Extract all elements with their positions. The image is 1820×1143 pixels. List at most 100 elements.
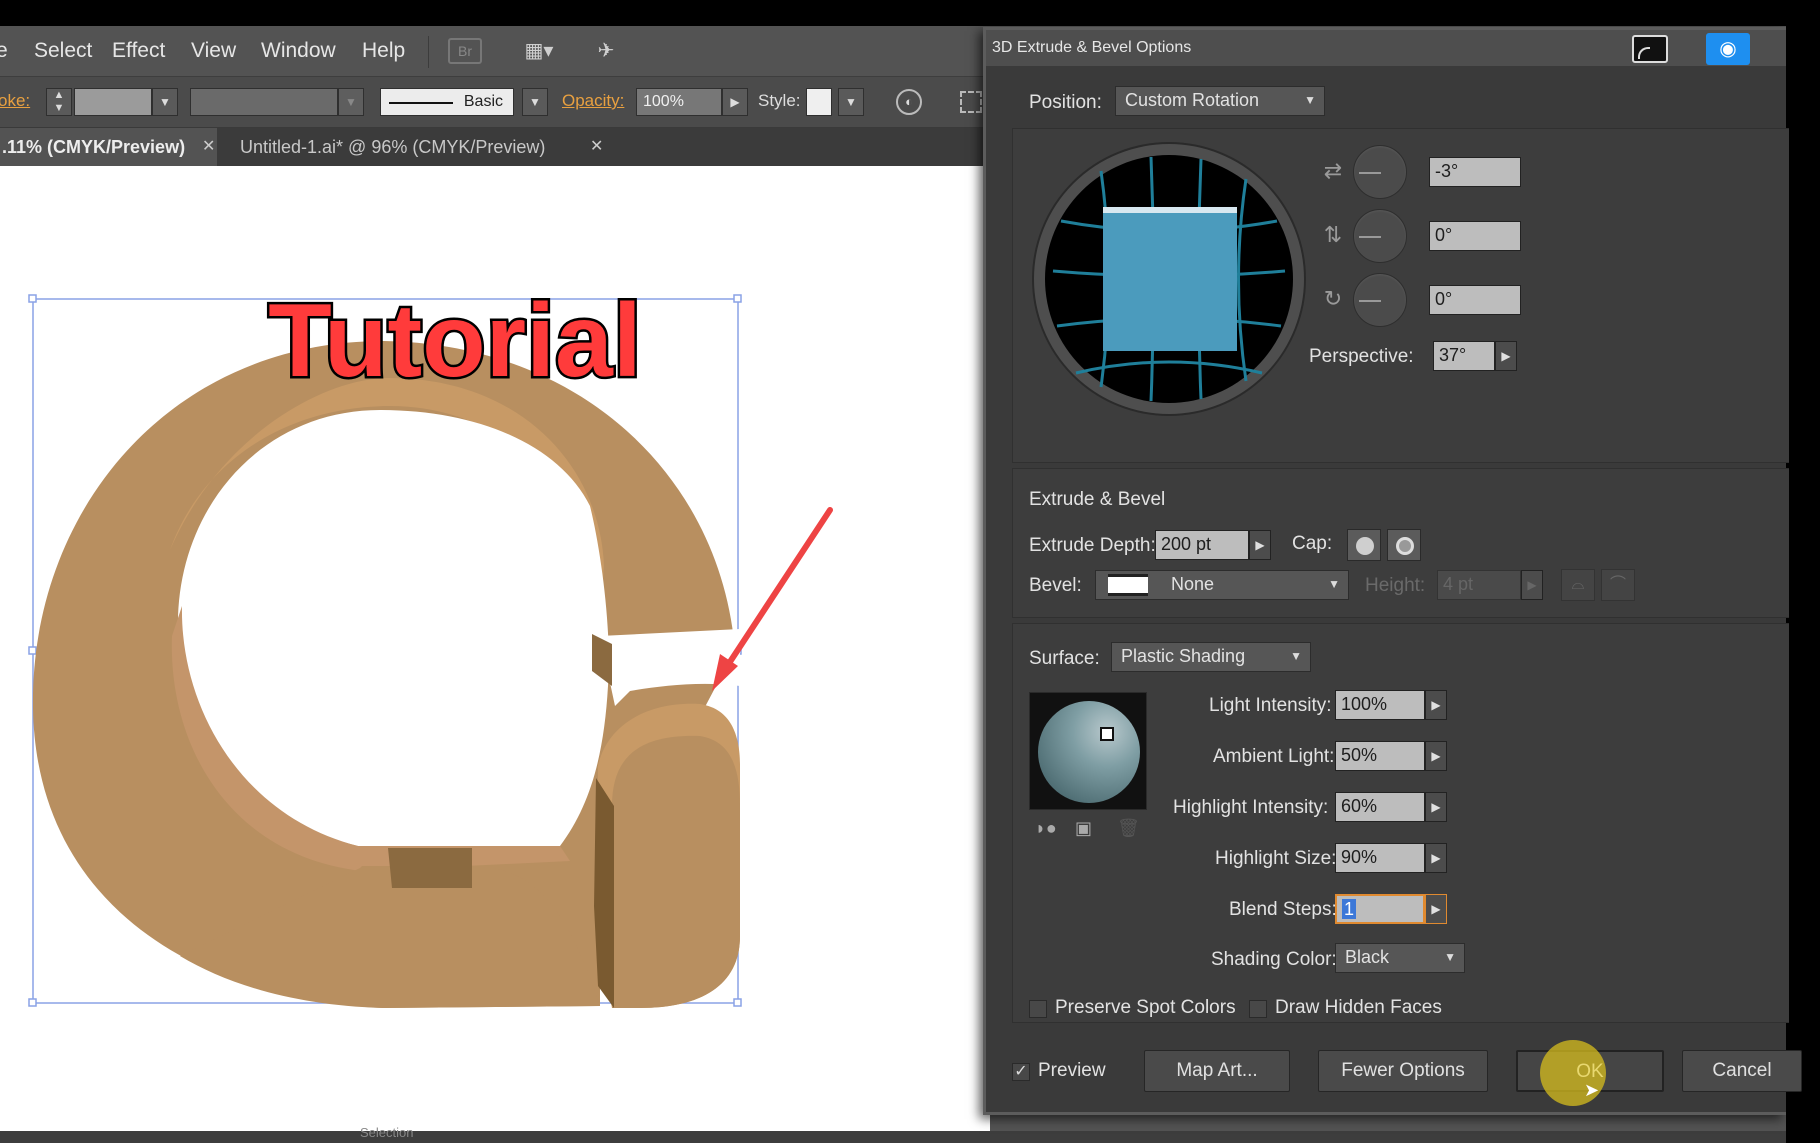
y-rotation-field[interactable]: 0° [1429,221,1521,251]
graphic-style-swatch[interactable] [806,88,832,116]
variable-width-profile[interactable] [190,88,338,116]
artboard-canvas[interactable]: Tutorial [0,166,990,1131]
chevron-right-icon[interactable]: ▶ [1249,530,1271,560]
surface-label: Surface: [1029,648,1100,669]
opacity-label[interactable]: Opacity: [562,91,624,111]
surface-select[interactable]: Plastic Shading ▼ [1111,642,1311,672]
chevron-right-icon[interactable]: ▶ [1425,792,1447,822]
chevron-down-icon: ▼ [1304,93,1316,107]
chevron-down-icon[interactable]: ▼ [338,88,364,116]
map-art-button[interactable]: Map Art... [1144,1050,1290,1092]
chevron-down-icon: ▼ [1290,649,1302,663]
chevron-right-icon[interactable]: ▶ [1425,741,1447,771]
chevron-right-icon[interactable]: ▶ [1425,843,1447,873]
transform-icon[interactable] [960,91,982,113]
bridge-icon[interactable]: Br [448,38,482,64]
blend-steps-field[interactable]: 1 [1335,894,1425,924]
ambient-light-field[interactable]: 50% [1335,741,1425,771]
move-light-back-icon[interactable]: ◗● [1035,818,1057,839]
chevron-down-icon: ▼ [1444,950,1456,964]
shading-color-label: Shading Color: [1211,949,1337,970]
camera-icon[interactable]: ◉ [1706,33,1750,65]
tab-document-active[interactable]: .11% (CMYK/Preview) [0,128,217,166]
rotation-track-cube[interactable] [1031,141,1307,417]
chevron-right-icon[interactable]: ▶ [1495,341,1517,371]
x-rotation-field[interactable]: -3° [1429,157,1521,187]
position-panel: ⇄ -3° ⇅ 0° ↻ 0° Perspective: 37° ▶ [1012,128,1789,463]
bevel-label: Bevel: [1029,575,1082,596]
chevron-right-icon[interactable]: ▶ [1425,894,1447,924]
light-source-handle[interactable] [1100,727,1114,741]
position-select[interactable]: Custom Rotation ▼ [1115,86,1325,116]
chevron-right-icon[interactable]: ▶ [722,88,748,116]
menu-item-help[interactable]: Help [362,39,405,63]
recolor-artwork-icon[interactable]: ◐ [896,89,922,115]
chevron-right-icon[interactable]: ▶ [1425,690,1447,720]
tab-label: .11% (CMYK/Preview) [2,137,186,157]
shading-color-value: Black [1345,947,1390,967]
dialog-title-bar[interactable]: 3D Extrude & Bevel Options ◉ [986,30,1786,66]
cast-icon[interactable] [1632,35,1668,63]
arrange-documents-icon[interactable]: ▦▾ [516,38,562,64]
chevron-down-icon[interactable]: ▼ [522,88,548,116]
z-rotation-dial[interactable] [1353,273,1407,327]
y-rotation-dial[interactable] [1353,209,1407,263]
menu-item-effect[interactable]: Effect [112,39,165,63]
tab-label: Untitled-1.ai* @ 96% (CMYK/Preview) [240,137,546,157]
new-light-icon[interactable]: ▣ [1075,818,1092,839]
ok-button[interactable]: OK ➤ [1516,1040,1664,1106]
bevel-extent-in-icon: ⌒ [1601,569,1635,601]
cap-on-icon [1356,537,1374,555]
chevron-right-icon: ▶ [1521,570,1543,600]
chevron-down-icon[interactable]: ▼ [152,88,178,116]
z-axis-rotation-icon: ↻ [1323,286,1343,311]
bevel-extent-out-icon: ⌓ [1561,569,1595,601]
close-icon[interactable]: ✕ [202,128,215,166]
gpu-performance-icon[interactable]: ✈ [586,38,626,64]
cap-off-icon [1396,537,1414,555]
perspective-field[interactable]: 37° [1433,341,1495,371]
z-rotation-field[interactable]: 0° [1429,285,1521,315]
menu-item-window[interactable]: Window [261,39,336,63]
chevron-down-icon[interactable]: ▼ [838,88,864,116]
highlight-size-label: Highlight Size: [1215,848,1337,869]
artwork: Tutorial [28,281,833,1008]
stroke-weight-spinner[interactable]: ▲ ▼ [46,88,72,116]
lighting-preview[interactable] [1029,692,1147,810]
tab-untitled-1[interactable]: Untitled-1.ai* @ 96% (CMYK/Preview) [230,128,555,166]
mouse-cursor-icon: ➤ [1584,1080,1600,1100]
draw-hidden-faces-checkbox[interactable] [1249,1000,1267,1018]
extrude-depth-field[interactable]: 200 pt [1155,530,1249,560]
fewer-options-button[interactable]: Fewer Options [1318,1050,1488,1092]
dialog-title: 3D Extrude & Bevel Options [992,39,1192,56]
close-icon[interactable]: ✕ [590,128,603,166]
cap-on-button[interactable] [1347,529,1381,561]
menu-item-select[interactable]: Select [34,39,92,63]
x-rotation-dial[interactable] [1353,145,1407,199]
preview-checkbox[interactable]: ✓ [1012,1063,1030,1081]
opacity-field[interactable]: 100% [636,88,722,116]
chevron-down-icon: ▼ [1328,577,1340,591]
shading-color-select[interactable]: Black ▼ [1335,943,1465,973]
lighting-sphere [1038,701,1140,803]
brush-definition[interactable]: Basic [380,88,514,116]
light-intensity-field[interactable]: 100% [1335,690,1425,720]
brush-stroke-preview [389,102,453,104]
cap-off-button[interactable] [1387,529,1421,561]
status-bar: Selection [0,1125,1786,1143]
bevel-select[interactable]: None ▼ [1095,570,1349,600]
menu-item-edit[interactable]: e [0,39,8,63]
stroke-weight-field[interactable] [74,88,152,116]
position-label: Position: [1029,92,1102,113]
style-label: Style: [758,91,801,110]
y-axis-rotation-icon: ⇅ [1323,222,1343,247]
preserve-spot-colors-checkbox[interactable] [1029,1000,1047,1018]
cancel-button[interactable]: Cancel [1682,1050,1802,1092]
menu-item-view[interactable]: View [191,39,236,63]
highlight-size-field[interactable]: 90% [1335,843,1425,873]
stroke-label[interactable]: oke: [0,91,30,111]
light-intensity-label: Light Intensity: [1209,695,1332,716]
status-tool-label: Selection [360,1125,414,1140]
brush-label: Basic [463,93,503,110]
highlight-intensity-field[interactable]: 60% [1335,792,1425,822]
